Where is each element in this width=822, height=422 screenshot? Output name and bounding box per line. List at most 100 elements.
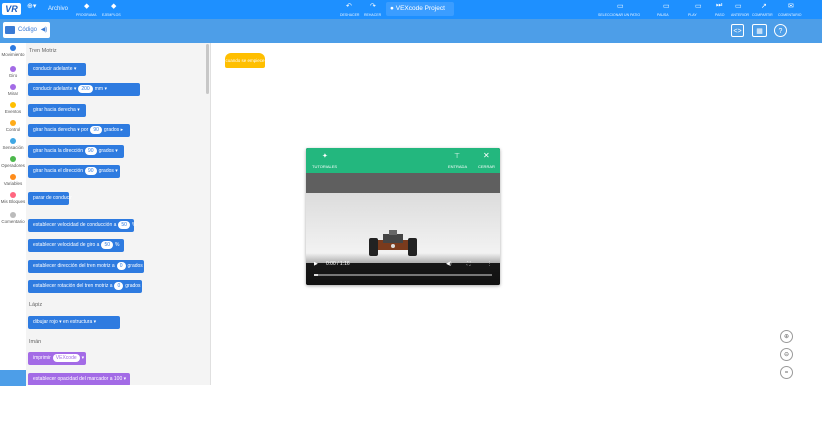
examples-menu[interactable]: EJEMPLOS	[102, 11, 121, 19]
category-dot	[10, 84, 16, 90]
category-look[interactable]: Mirar	[0, 84, 26, 104]
redo-button[interactable]: REHACER	[364, 11, 381, 19]
video-frame[interactable]	[306, 173, 500, 263]
fullscreen-icon[interactable]: ⛶	[467, 261, 471, 267]
monitor-button[interactable]: ▦	[752, 24, 767, 37]
block-set-drive-velocity[interactable]: establecer velocidad de conducción a 50%	[28, 219, 136, 232]
feedback-button[interactable]: COMENTARIO	[778, 11, 801, 19]
category-turn[interactable]: Giro	[0, 66, 26, 86]
category-my-blocks[interactable]: Mis Bloques	[0, 192, 26, 212]
select-playground-button[interactable]: SELECCIONAR UN PATIO	[598, 11, 640, 19]
video-controls: ▶ 0:00 / 1:16 ◀) ⛶ ⋮	[306, 253, 500, 285]
archive-menu[interactable]: Archivo	[48, 5, 68, 13]
pause-icon[interactable]: ▭	[663, 2, 670, 10]
globe-icon[interactable]: ⊕▾	[27, 2, 36, 10]
category-events[interactable]: Eventos	[0, 102, 26, 122]
share-button[interactable]: COMPARTIR	[752, 11, 773, 19]
code-tab[interactable]: Código ◀)	[3, 22, 50, 38]
block-pen[interactable]: dibujar rojo ▾ en estructura ▾	[28, 316, 120, 329]
category-operators[interactable]: Operadores	[0, 156, 26, 176]
previous-icon[interactable]: ▭	[735, 2, 742, 10]
zoom-out-icon[interactable]: ⊖	[780, 348, 793, 361]
play-button[interactable]: PLAY	[688, 11, 697, 19]
block-text: establecer opacidad del marcador a	[33, 376, 113, 382]
project-title: VEXcode Project	[395, 5, 445, 12]
expand-icon[interactable]: ⊤	[454, 152, 460, 160]
step-button[interactable]: PASO	[715, 11, 724, 19]
examples-icon[interactable]: ◆	[111, 2, 116, 10]
when-started-block[interactable]: cuando se empiece	[225, 53, 265, 68]
block-param[interactable]: 50	[118, 221, 130, 229]
block-set-drive-rotation[interactable]: establecer rotación del tren motriz a 0 gr…	[28, 280, 142, 293]
more-options-icon[interactable]: ⋮	[487, 261, 492, 267]
entry-label[interactable]: ENTRADA	[448, 164, 467, 169]
block-tail: en estructura ▾	[63, 319, 97, 325]
category-dot	[10, 174, 16, 180]
category-dot	[10, 45, 16, 51]
block-tail: %	[115, 242, 120, 248]
category-variables[interactable]: Variables	[0, 174, 26, 194]
volume-icon[interactable]: ◀)	[446, 261, 452, 267]
block-drive[interactable]: conducir adelante ▾	[28, 63, 86, 76]
undo-icon[interactable]: ↶	[346, 2, 352, 10]
speaker-icon[interactable]: ◀)	[41, 27, 48, 33]
block-param[interactable]: 90	[85, 167, 97, 175]
block-tail: grados ▸	[103, 127, 124, 133]
block-turn-for[interactable]: girar hacia derecha ▾ por 90 grados ▸	[28, 124, 130, 137]
previous-button[interactable]: ANTERIOR	[731, 11, 749, 19]
category-sensing[interactable]: Sensación	[0, 138, 26, 158]
block-turn-to-heading[interactable]: girar hacia la dirección 90 grados ▾	[28, 145, 124, 158]
block-set-turn-velocity[interactable]: establecer velocidad de giro a 50%	[28, 239, 124, 252]
tutorials-icon: ✦	[322, 153, 328, 160]
code-view-button[interactable]: <>	[731, 24, 744, 37]
zoom-reset-icon[interactable]: =	[780, 366, 793, 379]
category-dot	[10, 212, 16, 218]
extensions-button[interactable]	[0, 370, 26, 386]
play-icon[interactable]: ▭	[695, 2, 702, 10]
category-comment[interactable]: Comentario	[0, 212, 26, 232]
zoom-in-icon[interactable]: ⊕	[780, 330, 793, 343]
block-param[interactable]: 200	[78, 85, 93, 93]
block-print[interactable]: imprimir VEXcode ▾	[28, 352, 86, 365]
redo-icon[interactable]: ↷	[370, 2, 376, 10]
close-label[interactable]: CERRAR	[478, 164, 495, 169]
category-dot	[10, 156, 16, 162]
block-param[interactable]: 50	[101, 241, 113, 249]
share-icon[interactable]: ↗	[761, 2, 767, 10]
block-text: girar hacia la dirección	[33, 148, 84, 154]
step-icon[interactable]: ⏭	[716, 2, 722, 10]
feedback-icon[interactable]: ✉	[788, 2, 794, 10]
program-icon[interactable]: ◆	[84, 2, 89, 10]
block-turn[interactable]: girar hacia derecha ▾	[28, 104, 86, 117]
section-drivetrain: Tren Motriz	[29, 48, 57, 54]
block-text: establecer velocidad de conducción a	[33, 222, 117, 228]
block-param[interactable]: 90	[85, 147, 97, 155]
program-menu[interactable]: PROGRAMA	[76, 11, 96, 19]
block-text: establecer velocidad de giro a	[33, 242, 100, 248]
block-param[interactable]: 0	[114, 282, 124, 290]
block-tail: grados ▾	[98, 168, 118, 174]
project-name-field[interactable]: ● VEXcode Project	[386, 2, 454, 16]
block-set-drive-heading[interactable]: establecer dirección del tren motriz a0g…	[28, 260, 144, 273]
pause-button[interactable]: PAUSA	[657, 11, 669, 19]
category-drivetrain[interactable]: Movimiento	[0, 45, 26, 65]
block-set-marker-opacity[interactable]: establecer opacidad del marcador a 100 ▾	[28, 373, 130, 385]
code-workspace[interactable]	[211, 43, 800, 385]
video-progress-bar[interactable]	[314, 274, 492, 276]
tutorial-video-window[interactable]: ✦ TUTORIALES ⊤ ENTRADA ✕ CERRAR ▶ 0:00 /…	[306, 148, 500, 285]
play-icon[interactable]: ▶	[314, 261, 318, 267]
palette-scrollbar[interactable]	[206, 44, 209, 94]
help-button[interactable]: ?	[774, 24, 787, 37]
playground-icon[interactable]: ▭	[617, 2, 624, 10]
block-tail: grados	[127, 263, 143, 269]
close-icon[interactable]: ✕	[483, 151, 490, 160]
category-control[interactable]: Control	[0, 120, 26, 140]
block-drive-for[interactable]: conducir adelante ▾ 200 mm ▾	[28, 83, 140, 96]
block-stop-driving[interactable]: parar de conducir	[28, 192, 72, 205]
block-param[interactable]: 90	[90, 126, 102, 134]
category-label: Mis Bloques	[0, 199, 26, 204]
undo-button[interactable]: DESHACER	[340, 11, 359, 19]
block-param[interactable]: VEXcode	[52, 354, 80, 362]
block-param[interactable]: 0	[116, 262, 126, 270]
block-turn-to-rotation[interactable]: girar hacia el dirección 90 grados ▾	[28, 165, 120, 178]
